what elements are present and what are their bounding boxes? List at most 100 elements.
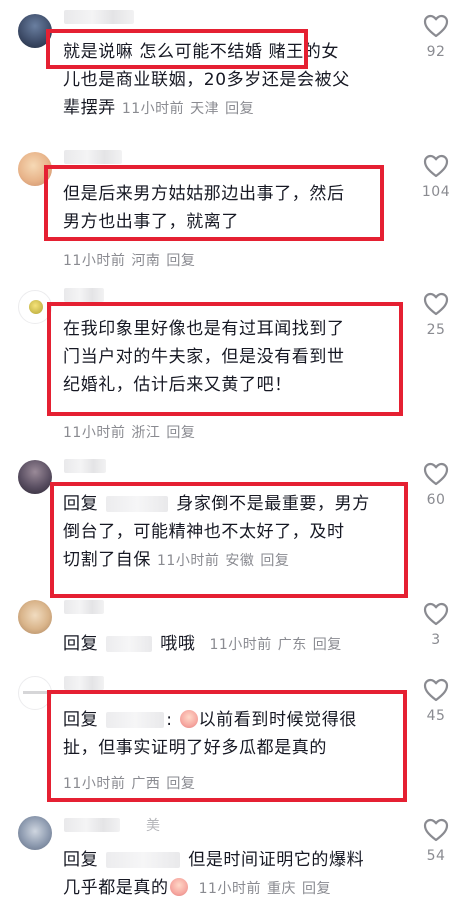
- comment-time: 11小时前: [157, 553, 220, 569]
- comment-location: 广西: [131, 776, 161, 792]
- comment-location: 浙江: [131, 425, 161, 441]
- like-button[interactable]: 92: [416, 14, 456, 60]
- comment-body[interactable]: 但是后来男方姑姑那边出事了，然后 男方也出事了，就离了: [63, 180, 393, 236]
- like-count: 92: [426, 44, 446, 60]
- reply-prefix: 回复: [63, 850, 99, 870]
- comment-time: 11小时前: [121, 101, 185, 117]
- reply-button[interactable]: 回复: [313, 637, 342, 653]
- heart-outline-icon: [423, 154, 449, 178]
- username-visible[interactable]: 美: [146, 818, 160, 834]
- comment-line: 就是说嘛 怎么可能不结婚 赌王的女: [63, 42, 340, 62]
- comment-meta: 11小时前 重庆 回复: [199, 881, 337, 897]
- username-blurred[interactable]: [64, 676, 104, 690]
- comment-meta: 11小时前 河南 回复: [63, 250, 201, 270]
- comment-location: 河南: [131, 253, 161, 269]
- avatar[interactable]: [18, 152, 52, 186]
- comment-body[interactable]: 回复 哦哦 11小时前 广东 回复: [63, 630, 403, 659]
- username-blurred[interactable]: [64, 459, 106, 473]
- comment-line-with-meta: 回复 哦哦 11小时前 广东 回复: [63, 630, 403, 659]
- comment-location: 安徽: [225, 553, 255, 569]
- username-blurred[interactable]: [64, 288, 104, 302]
- avatar-text-logo: [23, 691, 47, 694]
- crying-face-emoji: [169, 878, 188, 896]
- comment-time: 11小时前: [198, 881, 261, 897]
- comment-time: 11小时前: [63, 425, 126, 441]
- comment-line: 男方也出事了，就离了: [63, 212, 239, 232]
- comment-body[interactable]: 在我印象里好像也是有过耳闻找到了 门当户对的牛夫家，但是没有看到世 纪婚礼，估计…: [63, 315, 393, 399]
- avatar[interactable]: [18, 14, 52, 48]
- comment-meta: 11小时前 广东 回复: [209, 637, 347, 653]
- comment-line: 儿也是商业联姻，20多岁还是会被父: [63, 70, 350, 90]
- username-blurred[interactable]: [64, 818, 120, 832]
- comment-location: 重庆: [266, 881, 296, 897]
- username-blurred[interactable]: [64, 600, 104, 614]
- comment-time: 11小时前: [63, 776, 126, 792]
- heart-outline-icon: [423, 462, 449, 486]
- reply-button[interactable]: 回复: [166, 776, 195, 792]
- comment-line-with-meta: 辈摆弄 11小时前 天津 回复: [63, 94, 393, 123]
- like-count: 25: [426, 322, 446, 338]
- like-button[interactable]: 104: [416, 154, 456, 200]
- comment-line: 扯，但事实证明了好多瓜都是真的: [63, 738, 327, 758]
- avatar[interactable]: [18, 290, 52, 324]
- comment-meta: 11小时前 广西 回复: [63, 773, 201, 793]
- heart-outline-icon: [423, 678, 449, 702]
- like-count: 45: [426, 708, 446, 724]
- comment-line: 但是后来男方姑姑那边出事了，然后: [63, 184, 345, 204]
- reply-prefix: 回复: [63, 494, 99, 514]
- like-button[interactable]: 25: [416, 292, 456, 338]
- reply-button[interactable]: 回复: [302, 881, 331, 897]
- like-count: 60: [426, 492, 446, 508]
- comment-line: 倒台了，可能精神也不太好了，及时: [63, 522, 345, 542]
- like-button[interactable]: 54: [416, 818, 456, 864]
- like-button[interactable]: 60: [416, 462, 456, 508]
- comment-line: 纪婚礼，估计后来又黄了吧！: [63, 375, 292, 395]
- username-blurred[interactable]: [64, 10, 134, 24]
- avatar-badge: [29, 300, 43, 314]
- comment-meta: 11小时前 安徽 回复: [157, 553, 295, 569]
- reply-button[interactable]: 回复: [225, 101, 254, 117]
- comment-line-with-meta: 切割了自保 11小时前 安徽 回复: [63, 546, 393, 575]
- avatar[interactable]: [18, 460, 52, 494]
- comment-body[interactable]: 回复 : 以前看到时候觉得很 扯，但事实证明了好多瓜都是真的: [63, 706, 393, 762]
- username-blurred[interactable]: [64, 150, 122, 164]
- comment-line: 身家倒不是最重要，男方: [176, 494, 370, 514]
- comment-location: 广东: [277, 637, 307, 653]
- comment-line-with-meta: 几乎都是真的 11小时前 重庆 回复: [63, 874, 393, 903]
- heart-outline-icon: [423, 14, 449, 38]
- comment-meta: 11小时前 浙江 回复: [63, 422, 201, 442]
- like-count: 104: [421, 184, 451, 200]
- heart-outline-icon: [423, 602, 449, 626]
- comment-line: 在我印象里好像也是有过耳闻找到了: [63, 319, 345, 339]
- comment-line-with-mention: 回复 但是时间证明它的爆料: [63, 846, 393, 874]
- comment-line: 哦哦: [160, 634, 196, 654]
- comment-line: 但是时间证明它的爆料: [188, 850, 365, 870]
- like-count: 3: [431, 632, 441, 648]
- reply-prefix: 回复: [63, 634, 99, 654]
- avatar[interactable]: [18, 816, 52, 850]
- mention-blurred[interactable]: [106, 852, 181, 868]
- comment-meta: 11小时前 天津 回复: [122, 101, 260, 117]
- mention-blurred[interactable]: [106, 496, 169, 512]
- reply-prefix: 回复: [63, 710, 99, 730]
- comment-body[interactable]: 就是说嘛 怎么可能不结婚 赌王的女 儿也是商业联姻，20多岁还是会被父 辈摆弄 …: [63, 38, 393, 123]
- comment-body[interactable]: 回复 但是时间证明它的爆料 几乎都是真的 11小时前 重庆 回复: [63, 846, 393, 903]
- reply-button[interactable]: 回复: [166, 253, 195, 269]
- avatar[interactable]: [18, 676, 52, 710]
- reply-button[interactable]: 回复: [260, 553, 289, 569]
- like-count: 54: [426, 848, 446, 864]
- comment-line: 辈摆弄: [63, 98, 116, 118]
- comment-body[interactable]: 回复 身家倒不是最重要，男方 倒台了，可能精神也不太好了，及时 切割了自保 11…: [63, 490, 393, 575]
- crying-face-emoji: [179, 710, 198, 728]
- reply-button[interactable]: 回复: [166, 425, 195, 441]
- like-button[interactable]: 45: [416, 678, 456, 724]
- comment-line: 门当户对的牛夫家，但是没有看到世: [63, 347, 345, 367]
- mention-blurred[interactable]: [106, 636, 153, 652]
- comment-location: 天津: [190, 101, 220, 117]
- mention-blurred[interactable]: [106, 712, 165, 728]
- comment-time: 11小时前: [209, 637, 272, 653]
- like-button[interactable]: 3: [416, 602, 456, 648]
- avatar[interactable]: [18, 600, 52, 634]
- comment-line: 切割了自保: [63, 550, 151, 570]
- heart-outline-icon: [423, 292, 449, 316]
